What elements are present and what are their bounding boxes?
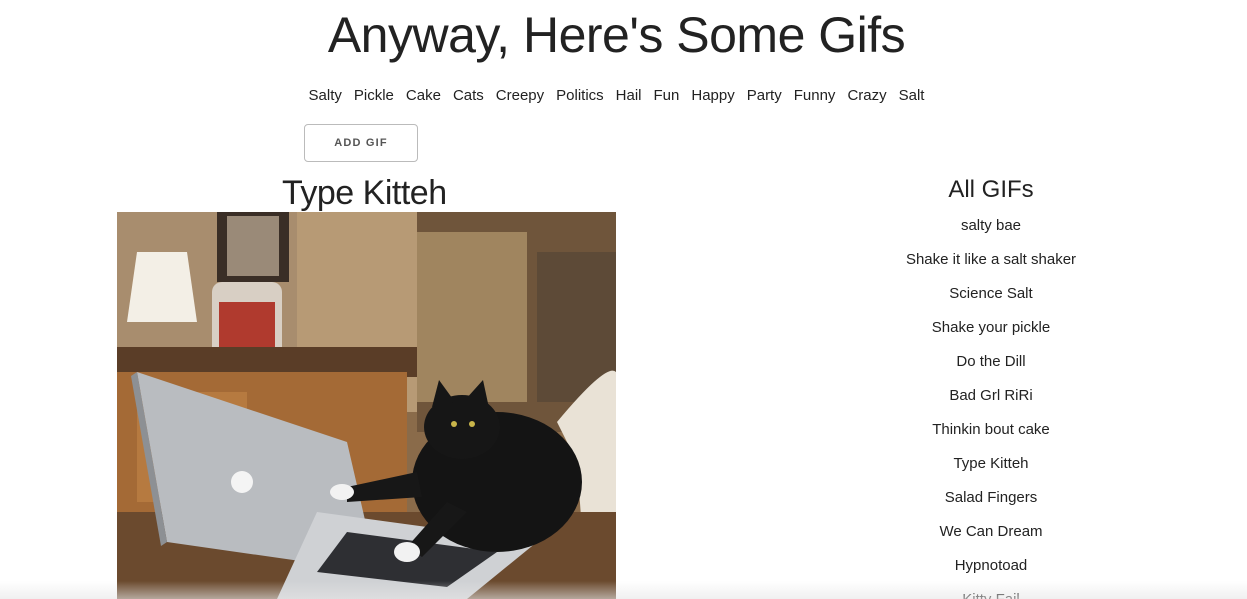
- topic-button-cats[interactable]: Cats: [453, 87, 484, 104]
- topic-button-funny[interactable]: Funny: [794, 87, 836, 104]
- gif-list-item[interactable]: Science Salt: [880, 282, 1102, 316]
- topic-button-happy[interactable]: Happy: [691, 87, 734, 104]
- gif-list: salty bae Shake it like a salt shaker Sc…: [880, 214, 1102, 599]
- topic-button-creepy[interactable]: Creepy: [496, 87, 544, 104]
- gif-list-item[interactable]: Shake your pickle: [880, 316, 1102, 350]
- gif-list-item[interactable]: Do the Dill: [880, 350, 1102, 384]
- topic-button-salty[interactable]: Salty: [309, 87, 342, 104]
- topic-button-politics[interactable]: Politics: [556, 87, 604, 104]
- gif-title: Type Kitteh: [282, 174, 447, 212]
- gif-list-item[interactable]: We Can Dream: [880, 520, 1102, 554]
- topic-nav: Salty Pickle Cake Cats Creepy Politics Hail Fun…: [0, 87, 1233, 104]
- sidebar-title: All GIFs: [948, 176, 1034, 203]
- topic-button-party[interactable]: Party: [747, 87, 782, 104]
- topic-button-salt[interactable]: Salt: [899, 87, 925, 104]
- topic-button-fun[interactable]: Fun: [654, 87, 680, 104]
- gif-list-item[interactable]: Salad Fingers: [880, 486, 1102, 520]
- gif-list-item[interactable]: Bad Grl RiRi: [880, 384, 1102, 418]
- gif-image[interactable]: [117, 212, 616, 599]
- gif-list-item[interactable]: Thinkin bout cake: [880, 418, 1102, 452]
- gif-list-item[interactable]: Shake it like a salt shaker: [880, 248, 1102, 282]
- cat-typing-on-laptop-image: [117, 212, 616, 599]
- all-gifs-sidebar: All GIFs salty bae Shake it like a salt …: [880, 176, 1102, 599]
- gif-list-item[interactable]: Kitty Fail: [880, 588, 1102, 599]
- topic-button-pickle[interactable]: Pickle: [354, 87, 394, 104]
- gif-list-item[interactable]: Hypnotoad: [880, 554, 1102, 588]
- topic-button-cake[interactable]: Cake: [406, 87, 441, 104]
- gif-list-item[interactable]: salty bae: [880, 214, 1102, 248]
- gif-list-item[interactable]: Type Kitteh: [880, 452, 1102, 486]
- page: Anyway, Here's Some Gifs Salty Pickle Cake…: [0, 0, 1247, 599]
- topic-button-hail[interactable]: Hail: [616, 87, 642, 104]
- topic-button-crazy[interactable]: Crazy: [847, 87, 886, 104]
- add-gif-button[interactable]: ADD GIF: [304, 124, 418, 162]
- page-title: Anyway, Here's Some Gifs: [327, 7, 906, 63]
